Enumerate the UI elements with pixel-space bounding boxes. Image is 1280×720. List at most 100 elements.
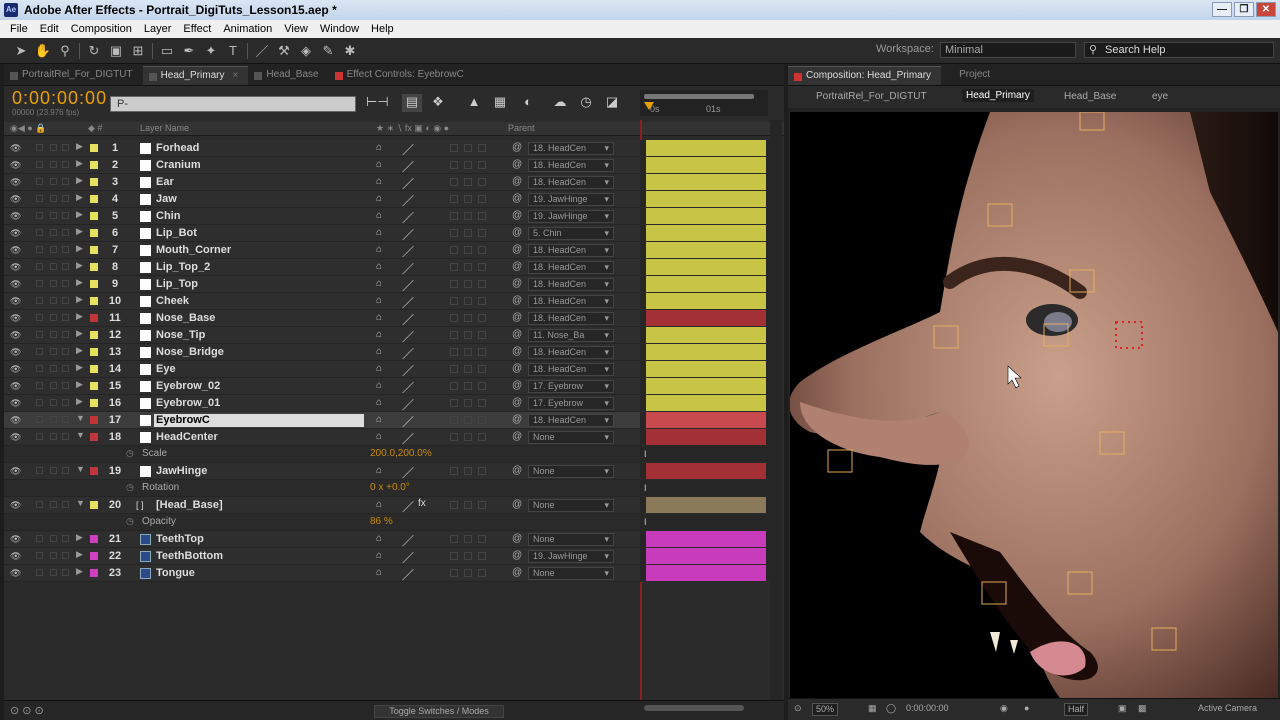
expand-twirl-icon[interactable]: ▶: [76, 243, 83, 254]
layer-name[interactable]: Lip_Top: [156, 278, 198, 290]
lock-toggle[interactable]: [62, 212, 69, 219]
label-column-icon[interactable]: ◆ #: [88, 123, 102, 134]
quality-switch-icon[interactable]: ／: [402, 158, 414, 175]
switch-box[interactable]: [478, 365, 486, 373]
label-color-swatch[interactable]: [90, 416, 98, 424]
parent-pickwhip-icon[interactable]: @: [512, 346, 522, 357]
expand-twirl-icon[interactable]: ▼: [76, 413, 85, 423]
switch-box[interactable]: [450, 433, 458, 441]
layer-name[interactable]: Nose_Tip: [156, 329, 205, 341]
visibility-eye-icon[interactable]: 👁: [10, 245, 21, 255]
layer-track[interactable]: [640, 531, 770, 548]
expand-twirl-icon[interactable]: ▶: [76, 175, 83, 186]
shy-switch-icon[interactable]: ⌂: [376, 278, 382, 289]
switch-box[interactable]: [464, 382, 472, 390]
switch-box[interactable]: [450, 144, 458, 152]
visibility-eye-icon[interactable]: 👁: [10, 415, 21, 425]
audio-toggle[interactable]: [36, 212, 43, 219]
parent-pickwhip-icon[interactable]: @: [512, 176, 522, 187]
layer-duration-bar[interactable]: [646, 310, 766, 326]
audio-toggle[interactable]: [36, 314, 43, 321]
layer-track[interactable]: [640, 327, 770, 344]
shy-switch-icon[interactable]: ⌂: [376, 533, 382, 544]
switch-box[interactable]: [478, 416, 486, 424]
lock-toggle[interactable]: [62, 195, 69, 202]
solo-toggle[interactable]: [50, 297, 57, 304]
expand-twirl-icon[interactable]: ▶: [76, 226, 83, 237]
switch-box[interactable]: [464, 501, 472, 509]
layer-row[interactable]: 👁 ▶ 12 Nose_Tip ⌂ ／ @11. Nose_Ba: [4, 327, 640, 344]
label-color-swatch[interactable]: [90, 331, 98, 339]
audio-toggle[interactable]: [36, 552, 43, 559]
layer-row[interactable]: 👁 ▶ 23 Tongue ⌂ ／ @ None: [4, 565, 640, 582]
audio-toggle[interactable]: [36, 144, 43, 151]
label-color-swatch[interactable]: [90, 246, 98, 254]
label-color-swatch[interactable]: [90, 365, 98, 373]
solo-toggle[interactable]: [50, 365, 57, 372]
parent-pickwhip-icon[interactable]: @: [512, 312, 522, 323]
lock-toggle[interactable]: [62, 144, 69, 151]
switch-box[interactable]: [450, 535, 458, 543]
expand-twirl-icon[interactable]: ▶: [76, 362, 83, 373]
switch-box[interactable]: [450, 399, 458, 407]
layer-search-input[interactable]: P-: [110, 96, 356, 112]
switch-box[interactable]: [450, 263, 458, 271]
layer-row[interactable]: 👁 ▶ 7 Mouth_Corner ⌂ ／ @18. HeadCen: [4, 242, 640, 259]
shy-switch-icon[interactable]: ⌂: [376, 397, 382, 408]
label-color-swatch[interactable]: [90, 382, 98, 390]
layer-name[interactable]: Eyebrow_01: [156, 397, 220, 409]
parent-pickwhip-icon[interactable]: @: [512, 142, 522, 153]
layer-name-header[interactable]: Layer Name: [140, 123, 189, 133]
layer-track[interactable]: [640, 463, 770, 480]
visibility-eye-icon[interactable]: 👁: [10, 466, 21, 476]
switch-box[interactable]: [478, 348, 486, 356]
layer-name[interactable]: Eye: [156, 363, 176, 375]
switch-box[interactable]: [464, 263, 472, 271]
shy-switch-icon[interactable]: ⌂: [376, 244, 382, 255]
composition-viewer[interactable]: [790, 112, 1278, 698]
quality-switch-icon[interactable]: ／: [402, 175, 414, 192]
shy-switch-icon[interactable]: ⌂: [376, 380, 382, 391]
label-color-swatch[interactable]: [90, 144, 98, 152]
nav-head-base[interactable]: Head_Base: [1064, 91, 1116, 102]
layer-duration-bar[interactable]: [646, 208, 766, 224]
quality-switch-icon[interactable]: ／: [402, 498, 414, 515]
parent-select[interactable]: 5. Chin: [528, 227, 614, 240]
parent-select[interactable]: 18. HeadCen: [528, 414, 614, 427]
lock-toggle[interactable]: [62, 552, 69, 559]
lock-toggle[interactable]: [62, 501, 69, 508]
switch-box[interactable]: [464, 144, 472, 152]
audio-toggle[interactable]: [36, 365, 43, 372]
visibility-eye-icon[interactable]: 👁: [10, 432, 21, 442]
parent-pickwhip-icon[interactable]: @: [512, 295, 522, 306]
audio-toggle[interactable]: [36, 467, 43, 474]
shy-switch-icon[interactable]: ⌂: [376, 363, 382, 374]
visibility-eye-icon[interactable]: 👁: [10, 313, 21, 323]
workspace-select[interactable]: Minimal: [940, 42, 1076, 58]
switch-box[interactable]: [478, 467, 486, 475]
audio-toggle[interactable]: [36, 161, 43, 168]
label-color-swatch[interactable]: [90, 263, 98, 271]
switch-box[interactable]: [464, 433, 472, 441]
layer-duration-bar[interactable]: [646, 395, 766, 411]
solo-toggle[interactable]: [50, 467, 57, 474]
parent-pickwhip-icon[interactable]: @: [512, 363, 522, 374]
tab-head-base[interactable]: Head_Base: [248, 66, 328, 85]
switch-box[interactable]: [464, 178, 472, 186]
layer-row[interactable]: 👁 ▼ 20 [ ] [Head_Base] ⌂ ／ fx @ None: [4, 497, 640, 514]
parent-select[interactable]: 18. HeadCen: [528, 278, 614, 291]
parent-pickwhip-icon[interactable]: @: [512, 397, 522, 408]
parent-select[interactable]: 18. HeadCen: [528, 363, 614, 376]
tab-effect-controls[interactable]: Effect Controls: EyebrowC: [329, 66, 474, 85]
switch-box[interactable]: [450, 212, 458, 220]
solo-toggle[interactable]: [50, 161, 57, 168]
layer-row[interactable]: 👁 ▶ 5 Chin ⌂ ／ @19. JawHinge: [4, 208, 640, 225]
layer-name[interactable]: EyebrowC: [154, 414, 364, 427]
lock-toggle[interactable]: [62, 314, 69, 321]
menu-help[interactable]: Help: [365, 23, 400, 35]
layer-track[interactable]: [640, 242, 770, 259]
quality-switch-icon[interactable]: ／: [402, 141, 414, 158]
layer-name[interactable]: HeadCenter: [156, 431, 218, 443]
audio-toggle[interactable]: [36, 263, 43, 270]
solo-toggle[interactable]: [50, 144, 57, 151]
